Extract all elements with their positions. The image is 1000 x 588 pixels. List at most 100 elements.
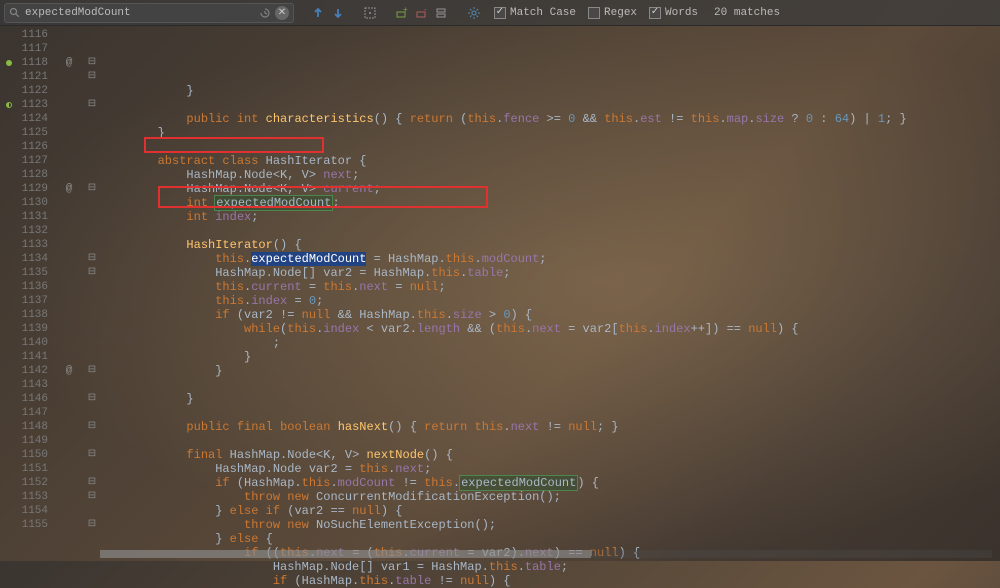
fold-toggle-icon[interactable]: ⊟ [84, 420, 100, 434]
checkbox-icon [588, 7, 600, 19]
history-icon[interactable] [259, 7, 271, 19]
code-line[interactable]: public int characteristics() { return (t… [100, 112, 1000, 126]
code-line[interactable]: int index; [100, 210, 1000, 224]
code-line[interactable] [100, 224, 1000, 238]
code-line[interactable]: while(this.index < var2.length && (this.… [100, 322, 1000, 336]
remove-selection-icon[interactable]: - [414, 5, 430, 21]
match-count: 20 matches [714, 7, 780, 19]
line-number: 1153 [18, 490, 48, 504]
code-line[interactable]: HashMap.Node<K, V> next; [100, 168, 1000, 182]
gutter-markers [0, 26, 18, 558]
svg-text:+: + [403, 6, 408, 15]
fold-toggle-icon[interactable]: ⊟ [84, 98, 100, 112]
fold-toggle-icon[interactable]: ⊟ [84, 70, 100, 84]
code-line[interactable]: if (HashMap.this.modCount != this.expect… [100, 476, 1000, 490]
next-match-icon[interactable] [330, 5, 346, 21]
search-box[interactable]: expectedModCount ✕ [4, 3, 294, 23]
line-number: 1139 [18, 322, 48, 336]
code-content[interactable]: } public int characteristics() { return … [100, 26, 1000, 558]
code-line[interactable]: } [100, 126, 1000, 140]
annotation-icon[interactable]: @ [54, 364, 84, 378]
code-line[interactable]: } [100, 84, 1000, 98]
line-number: 1128 [18, 168, 48, 182]
line-number: 1141 [18, 350, 48, 364]
code-line[interactable]: public final boolean hasNext() { return … [100, 420, 1000, 434]
line-number: 1137 [18, 294, 48, 308]
line-number: 1148 [18, 420, 48, 434]
code-line[interactable]: } else if (var2 == null) { [100, 504, 1000, 518]
select-occurrences-icon[interactable] [434, 5, 450, 21]
editor[interactable]: 1116111711181121112211231124112511261127… [0, 26, 1000, 558]
code-line[interactable]: int expectedModCount; [100, 196, 1000, 210]
line-number: 1143 [18, 378, 48, 392]
code-line[interactable]: this.index = 0; [100, 294, 1000, 308]
code-line[interactable]: abstract class HashIterator { [100, 154, 1000, 168]
search-input[interactable]: expectedModCount [25, 7, 259, 19]
code-line[interactable]: HashIterator() { [100, 238, 1000, 252]
code-line[interactable]: } else { [100, 532, 1000, 546]
regex-checkbox[interactable]: Regex [588, 7, 637, 19]
line-number: 1138 [18, 308, 48, 322]
code-line[interactable]: } [100, 364, 1000, 378]
annotation-icon[interactable]: @ [54, 56, 84, 70]
annotation-icon[interactable]: @ [54, 182, 84, 196]
fold-toggle-icon[interactable]: ⊟ [84, 266, 100, 280]
line-number: 1154 [18, 504, 48, 518]
line-number: 1149 [18, 434, 48, 448]
line-number: 1118 [18, 56, 48, 70]
fold-gutter[interactable]: ⊟⊟⊟⊟⊟⊟⊟⊟⊟⊟⊟⊟⊟ [84, 26, 100, 558]
fold-toggle-icon[interactable]: ⊟ [84, 56, 100, 70]
code-line[interactable]: HashMap.Node[] var1 = HashMap.this.table… [100, 560, 1000, 574]
line-number: 1122 [18, 84, 48, 98]
line-number: 1132 [18, 224, 48, 238]
fold-toggle-icon[interactable]: ⊟ [84, 392, 100, 406]
line-number: 1121 [18, 70, 48, 84]
code-line[interactable]: this.expectedModCount = HashMap.this.mod… [100, 252, 1000, 266]
code-line[interactable] [100, 406, 1000, 420]
code-line[interactable]: HashMap.Node var2 = this.next; [100, 462, 1000, 476]
line-number: 1126 [18, 140, 48, 154]
scrollbar-thumb[interactable] [100, 550, 591, 558]
fold-toggle-icon[interactable]: ⊟ [84, 490, 100, 504]
code-line[interactable] [100, 140, 1000, 154]
prev-match-icon[interactable] [310, 5, 326, 21]
match-case-label: Match Case [510, 7, 576, 19]
code-line[interactable]: HashMap.Node[] var2 = HashMap.this.table… [100, 266, 1000, 280]
code-line[interactable]: throw new ConcurrentModificationExceptio… [100, 490, 1000, 504]
line-number: 1130 [18, 196, 48, 210]
override-marker-icon[interactable] [6, 60, 12, 66]
horizontal-scrollbar[interactable] [100, 550, 992, 558]
code-line[interactable]: if (HashMap.this.table != null) { [100, 574, 1000, 588]
line-numbers: 1116111711181121112211231124112511261127… [18, 26, 54, 558]
words-checkbox[interactable]: Words [649, 7, 698, 19]
select-all-icon[interactable] [362, 5, 378, 21]
line-number: 1136 [18, 280, 48, 294]
line-number: 1151 [18, 462, 48, 476]
implements-marker-icon[interactable] [6, 102, 12, 108]
add-selection-icon[interactable]: + [394, 5, 410, 21]
fold-toggle-icon[interactable]: ⊟ [84, 448, 100, 462]
code-line[interactable]: this.current = this.next = null; [100, 280, 1000, 294]
code-line[interactable] [100, 378, 1000, 392]
match-case-checkbox[interactable]: Match Case [494, 7, 576, 19]
code-line[interactable]: } [100, 350, 1000, 364]
fold-toggle-icon[interactable]: ⊟ [84, 518, 100, 532]
code-line[interactable]: ; [100, 336, 1000, 350]
fold-toggle-icon[interactable]: ⊟ [84, 364, 100, 378]
settings-icon[interactable] [466, 5, 482, 21]
line-number: 1134 [18, 252, 48, 266]
fold-toggle-icon[interactable]: ⊟ [84, 182, 100, 196]
code-line[interactable]: if (var2 != null && HashMap.this.size > … [100, 308, 1000, 322]
code-line[interactable] [100, 434, 1000, 448]
line-number: 1131 [18, 210, 48, 224]
code-line[interactable] [100, 98, 1000, 112]
clear-icon[interactable]: ✕ [275, 6, 289, 20]
code-line[interactable]: final HashMap.Node<K, V> nextNode() { [100, 448, 1000, 462]
code-line[interactable]: HashMap.Node<K, V> current; [100, 182, 1000, 196]
regex-label: Regex [604, 7, 637, 19]
fold-toggle-icon[interactable]: ⊟ [84, 252, 100, 266]
fold-toggle-icon[interactable]: ⊟ [84, 476, 100, 490]
find-toolbar: expectedModCount ✕ + - Match Case Regex … [0, 0, 1000, 26]
code-line[interactable]: throw new NoSuchElementException(); [100, 518, 1000, 532]
code-line[interactable]: } [100, 392, 1000, 406]
